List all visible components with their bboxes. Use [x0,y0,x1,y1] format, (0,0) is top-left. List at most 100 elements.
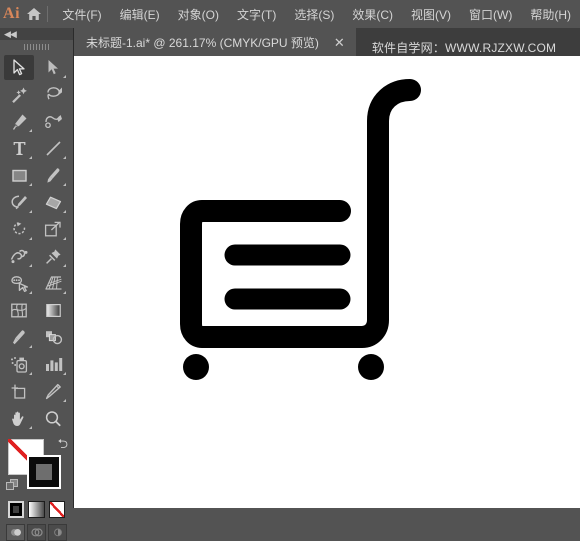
draw-behind-button[interactable] [27,524,46,541]
document-tab-bar: 未标题-1.ai* @ 261.17% (CMYK/GPU 预览) ✕ 软件自学… [0,28,580,56]
perspective-grid-icon [44,276,62,290]
draw-normal-button[interactable] [6,524,25,541]
column-graph-tool[interactable] [36,351,70,378]
tool-more-indicator [63,156,66,159]
tool-more-indicator [63,237,66,240]
tool-more-indicator [63,291,66,294]
slice-knife-icon [45,383,61,400]
menu-edit[interactable]: 编辑(E) [111,3,169,26]
rectangle-tool[interactable] [2,162,36,189]
paintbrush-icon [46,168,59,183]
draw-behind-icon [30,528,43,537]
free-transform-tool[interactable] [36,243,70,270]
eraser-tool[interactable] [36,189,70,216]
document-tab[interactable]: 未标题-1.ai* @ 261.17% (CMYK/GPU 预览) ✕ [74,28,356,56]
mesh-icon [11,303,27,318]
gradient-icon [45,303,61,318]
rotate-tool[interactable] [2,216,36,243]
lasso-tool[interactable] [36,81,70,108]
direct-selection-tool[interactable] [36,54,70,81]
mesh-tool[interactable] [2,297,36,324]
draw-normal-icon [10,529,21,536]
artboard-icon [11,384,26,399]
tools-panel-grip[interactable] [0,40,73,54]
menu-object[interactable]: 对象(O) [169,3,228,26]
stroke-color-swatch[interactable] [27,455,61,489]
none-swatch-button[interactable] [48,501,65,518]
document-tab-title: 未标题-1.ai* @ 261.17% (CMYK/GPU 预览) [86,35,319,50]
line-segment-tool[interactable] [36,135,70,162]
eyedropper-icon [12,330,25,345]
menu-help[interactable]: 帮助(H) [521,3,580,26]
menu-file[interactable]: 文件(F) [53,3,110,26]
draw-inside-icon [53,528,62,537]
drawing-mode-buttons [0,518,73,541]
collapse-panel-icon[interactable]: ◀◀ [4,29,17,39]
shopping-cart-icon[interactable] [74,56,580,508]
draw-inside-button[interactable] [48,524,67,541]
default-fill-stroke-icon[interactable] [6,479,19,490]
pen-tool[interactable] [2,108,36,135]
menu-effect[interactable]: 效果(C) [343,3,402,26]
curvature-tool[interactable] [36,108,70,135]
slice-tool[interactable] [36,378,70,405]
menu-select[interactable]: 选择(S) [285,3,343,26]
column-graph-icon [45,358,62,371]
tool-more-indicator [29,183,32,186]
paintbrush-tool[interactable] [36,162,70,189]
arrow-filled-icon [48,60,58,75]
magic-wand-tool[interactable] [2,81,36,108]
gradient-swatch-button[interactable] [28,501,45,518]
selection-tool[interactable] [2,54,36,81]
tools-panel-header: ◀◀ [0,28,73,40]
tool-more-indicator [29,156,32,159]
menu-bar: Ai 文件(F) 编辑(E) 对象(O) 文字(T) 选择(S) 效果(C) 视… [0,0,580,28]
gradient-tool[interactable] [36,297,70,324]
illustrator-window: Ai 文件(F) 编辑(E) 对象(O) 文字(T) 选择(S) 效果(C) 视… [0,0,580,541]
home-icon[interactable] [23,0,45,28]
close-icon[interactable]: ✕ [331,36,348,49]
tool-more-indicator [29,264,32,267]
perspective-grid-tool[interactable] [36,270,70,297]
cart-wheel-right [358,354,384,380]
eraser-icon [45,196,61,209]
rectangle-icon [11,169,27,182]
magic-wand-icon [12,87,27,103]
zoom-tool[interactable] [36,405,70,432]
type-T-icon [13,142,25,155]
symbol-sprayer-icon [10,357,27,373]
hand-tool[interactable] [2,405,36,432]
tool-more-indicator [29,129,32,132]
document-canvas[interactable] [74,56,580,508]
tools-panel: ◀◀ ⮌ [0,28,74,541]
color-swatch-button[interactable] [8,501,25,518]
pushpin-icon [45,249,61,264]
tool-more-indicator [29,426,32,429]
tool-more-indicator [63,372,66,375]
tool-grid [0,54,73,432]
type-tool[interactable] [2,135,36,162]
tool-more-indicator [29,372,32,375]
menu-item-list: 文件(F) 编辑(E) 对象(O) 文字(T) 选择(S) 效果(C) 视图(V… [53,3,580,26]
menu-type[interactable]: 文字(T) [228,3,285,26]
tool-more-indicator [63,210,66,213]
shaper-pencil-tool[interactable] [2,189,36,216]
menu-view[interactable]: 视图(V) [402,3,460,26]
shaper-pencil-icon [10,195,27,210]
grip-dots-icon [23,44,50,50]
scale-icon [44,221,61,237]
magnifier-icon [45,410,61,426]
scale-tool[interactable] [36,216,70,243]
curvature-icon [44,115,62,129]
artboard-tool[interactable] [2,378,36,405]
eyedropper-tool[interactable] [2,324,36,351]
menu-window[interactable]: 窗口(W) [460,3,521,26]
symbol-sprayer-tool[interactable] [2,351,36,378]
swap-fill-stroke-icon[interactable]: ⮌ [58,437,68,450]
hand-icon [12,411,24,426]
blend-tool[interactable] [36,324,70,351]
shape-builder-tool[interactable] [2,270,36,297]
tool-more-indicator [29,345,32,348]
fill-stroke-control: ⮌ [0,435,73,497]
width-tool[interactable] [2,243,36,270]
